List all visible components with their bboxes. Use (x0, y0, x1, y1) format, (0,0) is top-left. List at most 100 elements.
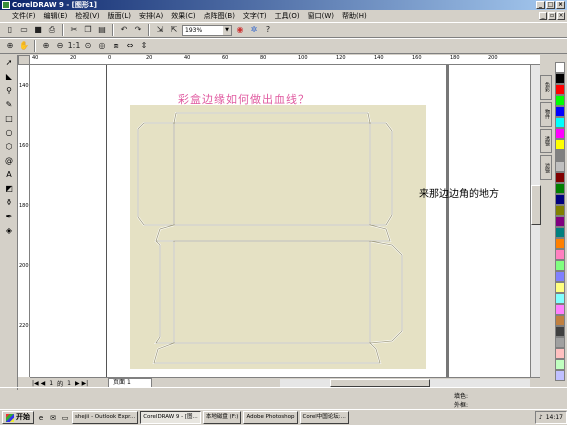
save-icon[interactable]: ■ (32, 24, 44, 36)
zoom-actual-size-icon[interactable]: 1:1 (68, 40, 81, 52)
palette-swatch[interactable] (555, 161, 565, 172)
palette-swatch[interactable] (555, 150, 565, 161)
start-button[interactable]: 开始 (2, 411, 34, 424)
pick-tool-icon[interactable]: ➚ (2, 56, 16, 69)
palette-swatch[interactable] (555, 183, 565, 194)
paste-icon[interactable]: ▤ (96, 24, 108, 36)
menu-file[interactable]: 文件(F) (8, 10, 40, 22)
palette-swatch[interactable] (555, 282, 565, 293)
last-page-button[interactable]: ▶| (82, 380, 89, 387)
task-photoshop[interactable]: Adobe Photoshop (243, 411, 298, 424)
open-folder-icon[interactable]: ▭ (18, 24, 30, 36)
chevron-down-icon[interactable]: ▼ (223, 25, 231, 35)
palette-swatch[interactable] (555, 73, 565, 84)
maximize-button[interactable]: □ (546, 1, 555, 9)
vertical-scrollbar[interactable] (530, 65, 541, 377)
docker-tab-color[interactable]: 色彩 (540, 75, 552, 100)
polygon-tool-icon[interactable]: ⬡ (2, 140, 16, 153)
palette-swatch[interactable] (555, 370, 565, 381)
ie-quicklaunch-icon[interactable]: e (36, 413, 46, 423)
zoom-tool-icon[interactable]: ⚲ (2, 84, 16, 97)
menu-edit[interactable]: 编辑(E) (40, 10, 72, 22)
task-local-disk[interactable]: 本地磁盘 (F:) (202, 411, 242, 424)
palette-swatch[interactable] (555, 205, 565, 216)
drawing-canvas[interactable]: 彩盒边缘如何做出血线？ 来那边边角的地方 (30, 65, 540, 377)
menu-layout[interactable]: 版面(L) (104, 10, 135, 22)
horizontal-ruler[interactable]: 40 20 0 20 40 60 80 100 120 140 160 180 … (30, 55, 540, 65)
prev-page-button[interactable]: ◀ (41, 380, 46, 387)
rectangle-tool-icon[interactable]: □ (2, 112, 16, 125)
print-icon[interactable]: ⎙ (46, 24, 58, 36)
vertical-scroll-thumb[interactable] (531, 185, 541, 225)
docker-tab-lens[interactable]: 透镜 (540, 128, 552, 154)
interactive-fill-icon[interactable]: ◩ (2, 182, 16, 195)
task-corel-forum[interactable]: Corel中国论坛:... (299, 411, 349, 424)
box-dieline[interactable] (130, 105, 426, 369)
palette-swatch[interactable] (555, 304, 565, 315)
fill-tool-icon[interactable]: ◈ (2, 224, 16, 237)
export-icon[interactable]: ⇱ (168, 24, 180, 36)
palette-swatch[interactable] (555, 128, 565, 139)
palette-swatch[interactable] (555, 260, 565, 271)
close-button[interactable]: × (556, 1, 565, 9)
menu-window[interactable]: 窗口(W) (304, 10, 338, 22)
task-coreldraw[interactable]: CorelDRAW 9 - [图... (140, 411, 201, 424)
ellipse-tool-icon[interactable]: ○ (2, 126, 16, 139)
zoom-all-objects-icon[interactable]: ◎ (96, 40, 108, 52)
menu-tools[interactable]: 工具(O) (271, 10, 304, 22)
first-page-button[interactable]: |◀ (32, 380, 39, 387)
zoom-in-icon[interactable]: ⊕ (40, 40, 52, 52)
palette-swatch[interactable] (555, 293, 565, 304)
corel-online-icon[interactable]: ✲ (248, 24, 260, 36)
whats-this-help-icon[interactable]: ? (262, 24, 274, 36)
zoom-page-height-icon[interactable]: ⇕ (138, 40, 150, 52)
palette-swatch[interactable] (555, 271, 565, 282)
task-outlook[interactable]: shejii - Outlook Expr... (72, 411, 139, 424)
freehand-tool-icon[interactable]: ✎ (2, 98, 16, 111)
corel-app-launcher-icon[interactable]: ◉ (234, 24, 246, 36)
menu-text[interactable]: 文字(T) (239, 10, 271, 22)
shape-tool-icon[interactable]: ◣ (2, 70, 16, 83)
palette-swatch[interactable] (555, 95, 565, 106)
eyedropper-tool-icon[interactable]: ⚱ (2, 196, 16, 209)
hand-tool-icon[interactable]: ✋ (18, 40, 30, 52)
zoom-level-select[interactable]: 193% ▼ (182, 24, 232, 36)
next-page-button[interactable]: ▶ (75, 380, 80, 387)
import-icon[interactable]: ⇲ (154, 24, 166, 36)
palette-swatch[interactable] (555, 106, 565, 117)
palette-swatch[interactable] (555, 326, 565, 337)
cut-icon[interactable]: ✂ (68, 24, 80, 36)
menu-arrange[interactable]: 安排(A) (135, 10, 167, 22)
outlook-quicklaunch-icon[interactable]: ✉ (48, 413, 58, 423)
palette-swatch[interactable] (555, 359, 565, 370)
palette-swatch[interactable] (555, 238, 565, 249)
undo-icon[interactable]: ↶ (118, 24, 130, 36)
palette-swatch[interactable] (555, 139, 565, 150)
docker-tab-filters[interactable]: 滤镜 (540, 155, 552, 180)
palette-swatch[interactable] (555, 216, 565, 227)
menu-help[interactable]: 帮助(H) (338, 10, 371, 22)
palette-swatch[interactable] (555, 348, 565, 359)
zoom-out-icon[interactable]: ⊖ (54, 40, 66, 52)
minimize-button[interactable]: _ (536, 1, 545, 9)
palette-swatch[interactable] (555, 337, 565, 348)
desktop-quicklaunch-icon[interactable]: ▭ (60, 413, 70, 423)
new-file-icon[interactable]: ▯ (4, 24, 16, 36)
zoom-in-tool-icon[interactable]: ⊕ (4, 40, 16, 52)
docker-tab-objects[interactable]: 物件 (540, 101, 552, 127)
spiral-tool-icon[interactable]: @ (2, 154, 16, 167)
palette-swatch[interactable] (555, 84, 565, 95)
doc-restore-button[interactable]: ▫ (548, 12, 556, 20)
copy-icon[interactable]: ❐ (82, 24, 94, 36)
doc-close-button[interactable]: × (557, 12, 565, 20)
horizontal-scroll-thumb[interactable] (330, 379, 430, 387)
palette-swatch[interactable] (555, 227, 565, 238)
palette-swatch[interactable] (555, 249, 565, 260)
volume-icon[interactable]: ♪ (539, 414, 543, 421)
zoom-page-width-icon[interactable]: ⇔ (124, 40, 136, 52)
palette-swatch[interactable] (555, 117, 565, 128)
redo-icon[interactable]: ↷ (132, 24, 144, 36)
palette-swatch[interactable] (555, 194, 565, 205)
palette-swatch[interactable] (555, 315, 565, 326)
ruler-origin[interactable] (18, 55, 30, 65)
